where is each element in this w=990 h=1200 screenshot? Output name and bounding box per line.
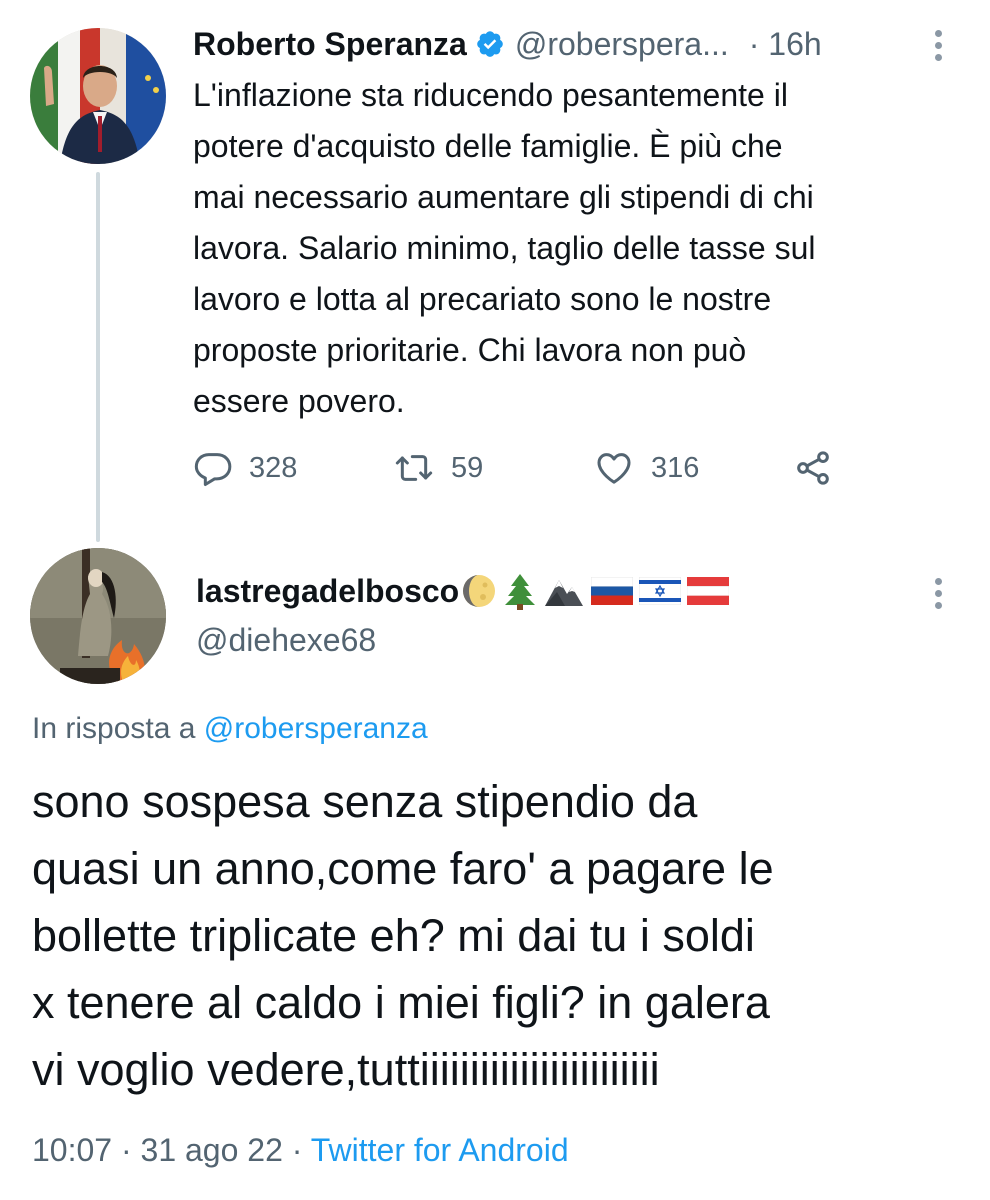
tweet-source-link[interactable]: Twitter for Android	[311, 1132, 569, 1168]
verified-badge-icon	[477, 31, 503, 57]
more-vertical-icon[interactable]	[935, 578, 943, 609]
retweet-icon	[395, 455, 433, 481]
more-vertical-icon[interactable]	[935, 30, 943, 61]
avatar-photo	[30, 28, 166, 164]
retweet-count: 59	[451, 451, 484, 484]
reply-author-handle[interactable]: @diehexe68	[196, 622, 376, 659]
in-reply-to-line: In risposta a @robersperanza	[32, 712, 428, 746]
in-reply-prefix: In risposta a	[32, 712, 204, 745]
reply-count: 328	[249, 451, 298, 484]
comment-icon	[194, 453, 232, 486]
tweet-timestamp[interactable]: 10:07 · 31 ago 22 ·	[32, 1132, 311, 1168]
evergreen-tree-icon	[505, 574, 536, 610]
heart-icon	[597, 453, 631, 484]
thread-connector-line	[96, 172, 100, 542]
moon-icon	[463, 575, 496, 607]
flag-israel-icon	[639, 577, 682, 605]
flag-russia-icon	[591, 577, 634, 605]
parent-avatar[interactable]	[30, 28, 166, 164]
tweet-action-bar: 328 59 316	[193, 446, 873, 490]
parent-author-handle[interactable]: @roberspera...	[515, 26, 729, 63]
reply-button[interactable]: 328	[193, 446, 297, 490]
reply-avatar[interactable]	[30, 548, 166, 684]
parent-tweet-header: Roberto Speranza @roberspera... · 16h	[193, 22, 963, 66]
reply-tweet-text: sono sospesa senza stipendio da quasi un…	[32, 776, 774, 1095]
share-button[interactable]	[793, 446, 833, 490]
like-button[interactable]: 316	[593, 446, 699, 490]
like-count: 316	[651, 451, 700, 484]
mountain-icon	[545, 580, 584, 606]
parent-author-name[interactable]: Roberto Speranza	[193, 26, 467, 63]
flag-austria-icon	[687, 577, 730, 605]
share-icon	[797, 451, 829, 485]
in-reply-mention-link[interactable]: @robersperanza	[204, 712, 428, 745]
parent-tweet-text: L'inflazione sta riducendo pesantemente …	[193, 77, 816, 419]
avatar-artwork	[30, 548, 166, 684]
name-emoji-row	[461, 572, 730, 610]
retweet-button[interactable]: 59	[393, 446, 483, 490]
reply-tweet-header: lastregadelbosco	[196, 568, 730, 614]
reply-author-name[interactable]: lastregadelbosco	[196, 573, 459, 610]
tweet-meta: 10:07 · 31 ago 22 · Twitter for Android	[32, 1132, 569, 1169]
parent-tweet-time[interactable]: · 16h	[749, 26, 822, 63]
